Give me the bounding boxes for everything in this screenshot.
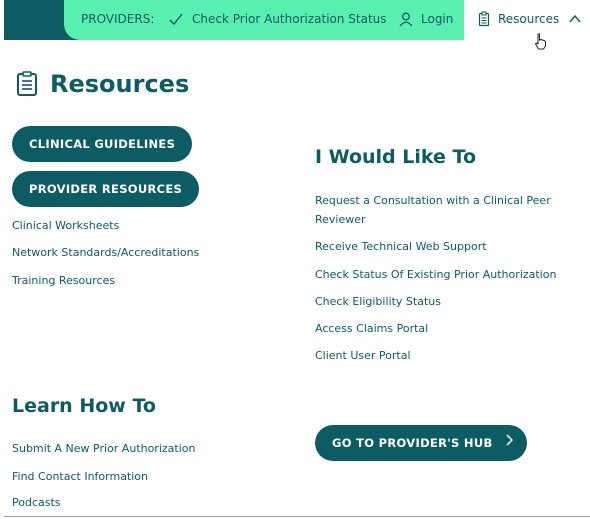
client-user-portal-link[interactable]: Client User Portal — [315, 349, 411, 362]
hand-cursor-icon — [534, 33, 548, 54]
find-contact-link[interactable]: Find Contact Information — [12, 470, 148, 483]
podcasts-link[interactable]: Podcasts — [12, 496, 61, 509]
claims-portal-link[interactable]: Access Claims Portal — [315, 322, 428, 335]
providers-hub-button[interactable]: GO TO PROVIDER'S HUB — [315, 425, 527, 461]
user-icon — [398, 11, 414, 27]
check-eligibility-link[interactable]: Check Eligibility Status — [315, 295, 441, 308]
page-title: Resources — [50, 70, 190, 98]
check-status-link[interactable]: Check Status Of Existing Prior Authoriza… — [315, 268, 556, 281]
clipboard-icon — [16, 71, 38, 101]
provider-resources-button[interactable]: PROVIDER RESOURCES — [12, 171, 200, 207]
bottom-divider — [4, 516, 590, 517]
request-consultation-link-cont[interactable]: Reviewer — [315, 213, 366, 226]
check-prior-authorization-link[interactable]: Check Prior Authorization Status — [192, 0, 387, 40]
submit-prior-auth-link[interactable]: Submit A New Prior Authorization — [12, 442, 195, 455]
check-icon — [168, 11, 184, 27]
top-nav-bar: PROVIDERS: Check Prior Authorization Sta… — [0, 0, 590, 40]
providers-label: PROVIDERS: — [81, 12, 155, 26]
technical-support-link[interactable]: Receive Technical Web Support — [315, 240, 487, 253]
clinical-worksheets-link[interactable]: Clinical Worksheets — [12, 219, 119, 232]
learn-how-to-heading: Learn How To — [12, 395, 156, 417]
would-like-heading: I Would Like To — [315, 146, 477, 168]
login-link[interactable]: Login — [421, 0, 453, 40]
providers-hub-label: GO TO PROVIDER'S HUB — [332, 436, 493, 450]
chevron-right-icon — [505, 424, 513, 460]
chevron-up-icon[interactable] — [567, 11, 583, 27]
clipboard-icon — [476, 11, 492, 27]
request-consultation-link[interactable]: Request a Consultation with a Clinical P… — [315, 194, 551, 207]
clinical-guidelines-button[interactable]: CLINICAL GUIDELINES — [12, 126, 193, 162]
resources-menu-toggle[interactable]: Resources — [498, 0, 559, 40]
network-standards-link[interactable]: Network Standards/Accreditations — [12, 246, 199, 259]
training-resources-link[interactable]: Training Resources — [12, 274, 115, 287]
